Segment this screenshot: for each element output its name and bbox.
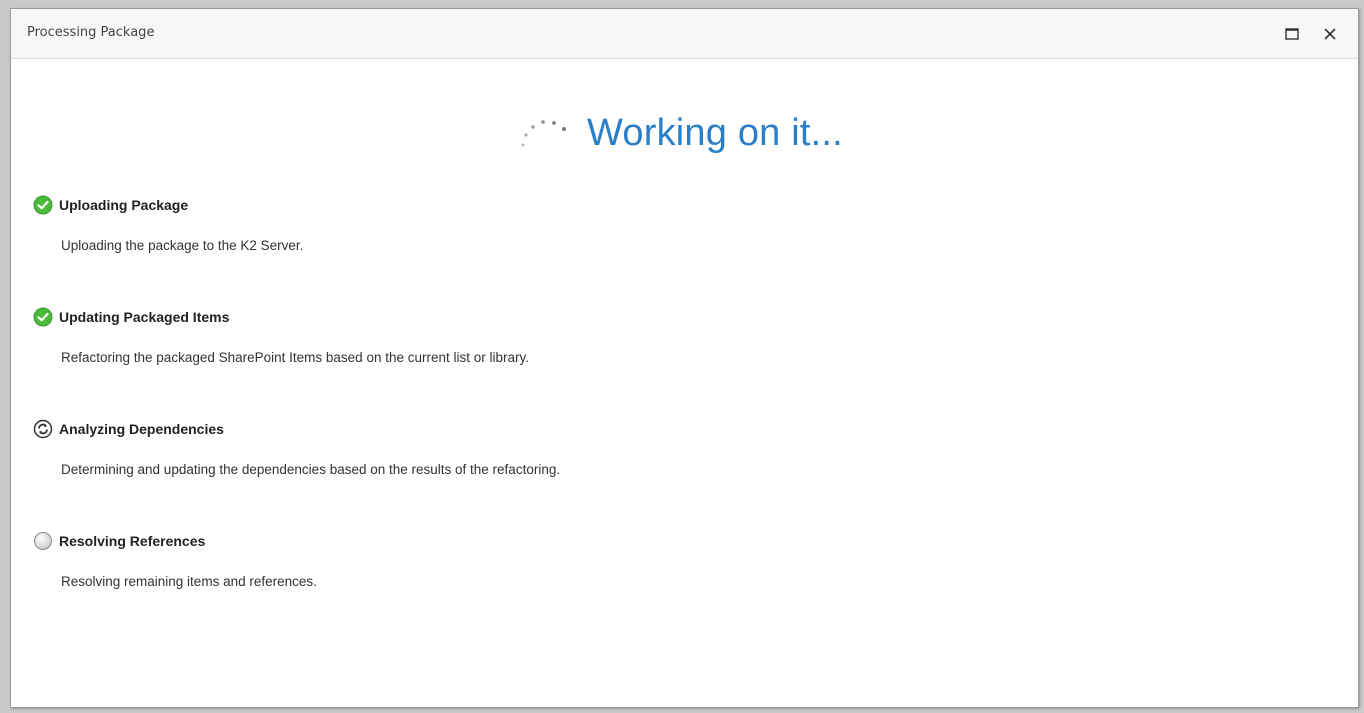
step-updating-packaged-items: Updating Packaged Items Refactoring the … [33,304,560,416]
step-description: Resolving remaining items and references… [61,574,317,589]
step-uploading-package: Uploading Package Uploading the package … [33,192,560,304]
step-description: Determining and updating the dependencie… [61,462,561,477]
maximize-button[interactable] [1280,22,1304,46]
check-circle-icon [33,195,53,215]
refresh-circle-icon [33,419,53,439]
step-title: Analyzing Dependencies [59,421,224,437]
step-title: Resolving References [59,533,206,549]
step-title: Uploading Package [59,197,189,213]
step-title: Updating Packaged Items [59,309,230,325]
close-button[interactable] [1318,22,1342,46]
step-analyzing-dependencies: Analyzing Dependencies Determining and u… [33,416,560,528]
processing-dialog: Processing Package Working on it... Uplo… [10,8,1359,708]
step-description: Uploading the package to the K2 Server. [61,238,304,253]
step-description: Refactoring the packaged SharePoint Item… [61,350,529,365]
maximize-icon [1285,28,1299,40]
close-icon [1324,28,1336,40]
step-list: Uploading Package Uploading the package … [33,192,560,640]
check-circle-icon [33,307,53,327]
status-heading: Working on it... [517,111,843,155]
empty-circle-icon [33,531,53,551]
dialog-title: Processing Package [27,25,155,40]
loading-spinner-icon [521,120,566,147]
step-resolving-references: Resolving References Resolving remaining… [33,528,560,640]
working-heading: Working on it... [587,111,843,154]
title-bar: Processing Package [11,9,1358,59]
